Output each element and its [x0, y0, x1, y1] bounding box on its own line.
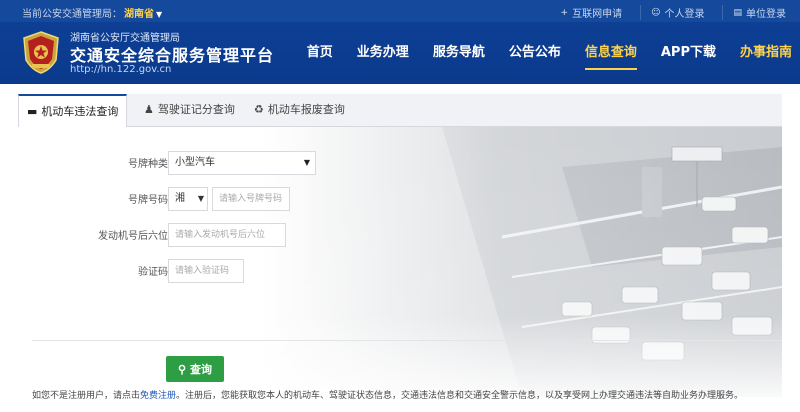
query-button-label: 查询	[190, 364, 213, 376]
engine-number-input[interactable]	[168, 223, 286, 247]
chevron-down-icon[interactable]: ▼	[156, 10, 162, 19]
personal-login-label: 个人登录	[664, 9, 705, 20]
province-selector[interactable]: 湖南省	[124, 9, 154, 20]
plate-number-label: 号牌号码	[128, 195, 168, 206]
register-link[interactable]: + 互联网申请	[551, 5, 623, 21]
tab-vehicle-scrap-label: 机动车报废查询	[267, 103, 345, 116]
register-notice-text-after: 。注册后，您能获取您本人的机动车、驾驶证状态信息，交通违法信息和交通安全警示信息…	[176, 391, 744, 401]
plate-type-select[interactable]: 小型汽车 ▼	[168, 151, 316, 175]
personal-login-link[interactable]: ☺ 个人登录	[640, 5, 704, 20]
company-login-label: 单位登录	[746, 9, 786, 20]
captcha-row: 验证码	[18, 259, 418, 283]
tab-license-points[interactable]: ♟ 驾驶证记分查询	[144, 94, 235, 126]
form-divider	[32, 340, 782, 341]
car-icon: ▬	[27, 105, 38, 118]
company-login-link[interactable]: ▤ 单位登录	[722, 5, 786, 20]
nav-service-guide[interactable]: 服务导航	[433, 22, 485, 84]
nav-business[interactable]: 业务办理	[357, 22, 409, 84]
location-info: 当前公安交通管理局： 湖南省 ▼	[22, 5, 162, 20]
nav-info-query[interactable]: 信息查询	[584, 22, 637, 84]
site-header: 湖南省公安厅交通管理局 交通安全综合服务管理平台 http://hn.122.g…	[0, 22, 800, 84]
captcha-input[interactable]	[168, 259, 244, 283]
plate-type-label: 号牌种类	[128, 159, 168, 170]
register-notice-text-before: 如您不是注册用户，请点击	[32, 391, 141, 401]
trash-icon: ♻	[254, 103, 264, 116]
free-register-link[interactable]: 免费注册	[140, 391, 176, 401]
site-title: 交通安全综合服务管理平台	[70, 46, 275, 65]
nav-guide[interactable]: 办事指南	[740, 22, 792, 84]
query-panel: 号牌种类 小型汽车 ▼ 号牌号码 湘 ▼ 发动机号后六位 验证码	[18, 127, 782, 397]
chevron-down-icon: ▼	[303, 158, 310, 167]
location-prefix: 当前公安交通管理局：	[22, 9, 122, 20]
tab-vehicle-violation[interactable]: ▬ 机动车违法查询	[18, 94, 128, 127]
engine-number-label: 发动机号后六位	[98, 231, 168, 242]
plate-number-input[interactable]	[212, 187, 290, 211]
tab-vehicle-scrap[interactable]: ♻ 机动车报废查询	[254, 94, 345, 126]
main-nav: 首页 业务办理 服务导航 公告公布 信息查询 APP下载 办事指南	[283, 22, 792, 84]
plate-type-value: 小型汽车	[175, 157, 215, 168]
plate-type-row: 号牌种类 小型汽车 ▼	[18, 151, 418, 175]
nav-home[interactable]: 首页	[307, 22, 333, 84]
main-content: ▬ 机动车违法查询 ♟ 驾驶证记分查询 ♻ 机动车报废查询 号牌种类 小型汽车 …	[0, 84, 800, 412]
captcha-label: 验证码	[138, 267, 168, 278]
site-url: http://hn.122.gov.cn	[70, 64, 172, 75]
account-links: + 互联网申请 ☺ 个人登录 ▤ 单位登录	[533, 5, 786, 20]
tab-license-points-label: 驾驶证记分查询	[157, 103, 235, 116]
query-button[interactable]: ⚲ 查询	[166, 356, 224, 382]
police-emblem-icon	[23, 31, 59, 74]
user-icon: ☺	[651, 7, 661, 18]
plate-prefix-value: 湘	[175, 193, 185, 204]
query-tabs: ▬ 机动车违法查询 ♟ 驾驶证记分查询 ♻ 机动车报废查询	[18, 94, 782, 127]
plus-icon: +	[560, 7, 569, 18]
register-link-label: 互联网申请	[572, 9, 623, 20]
nav-app-download[interactable]: APP下载	[661, 22, 716, 84]
search-icon: ⚲	[177, 363, 187, 376]
plate-number-row: 号牌号码 湘 ▼	[18, 187, 418, 211]
person-icon: ♟	[144, 103, 154, 116]
plate-prefix-select[interactable]: 湘 ▼	[168, 187, 208, 211]
nav-announcements[interactable]: 公告公布	[509, 22, 561, 84]
engine-number-row: 发动机号后六位	[18, 223, 418, 247]
chevron-down-icon: ▼	[197, 194, 204, 203]
tab-vehicle-violation-label: 机动车违法查询	[41, 105, 119, 118]
doc-icon: ▤	[733, 7, 742, 18]
register-notice: 如您不是注册用户，请点击免费注册。注册后，您能获取您本人的机动车、驾驶证状态信息…	[32, 388, 743, 401]
top-info-bar: 当前公安交通管理局： 湖南省 ▼ + 互联网申请 ☺ 个人登录 ▤ 单位登录	[0, 0, 800, 22]
